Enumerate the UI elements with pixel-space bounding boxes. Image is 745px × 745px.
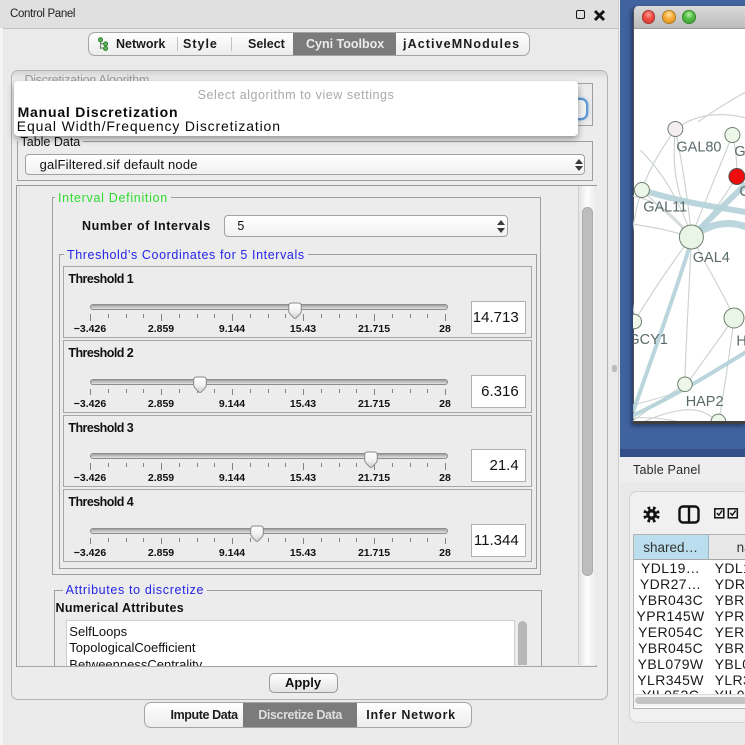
svg-text:HA: HA xyxy=(736,333,745,349)
svg-text:GA: GA xyxy=(734,144,745,160)
svg-text:GAL11: GAL11 xyxy=(643,200,687,216)
svg-text:CD: CD xyxy=(739,184,745,200)
svg-text:HAP2: HAP2 xyxy=(685,394,723,410)
svg-text:GAL4: GAL4 xyxy=(692,250,729,266)
svg-text:GCY1: GCY1 xyxy=(633,332,668,348)
svg-text:GAL80: GAL80 xyxy=(676,140,721,156)
